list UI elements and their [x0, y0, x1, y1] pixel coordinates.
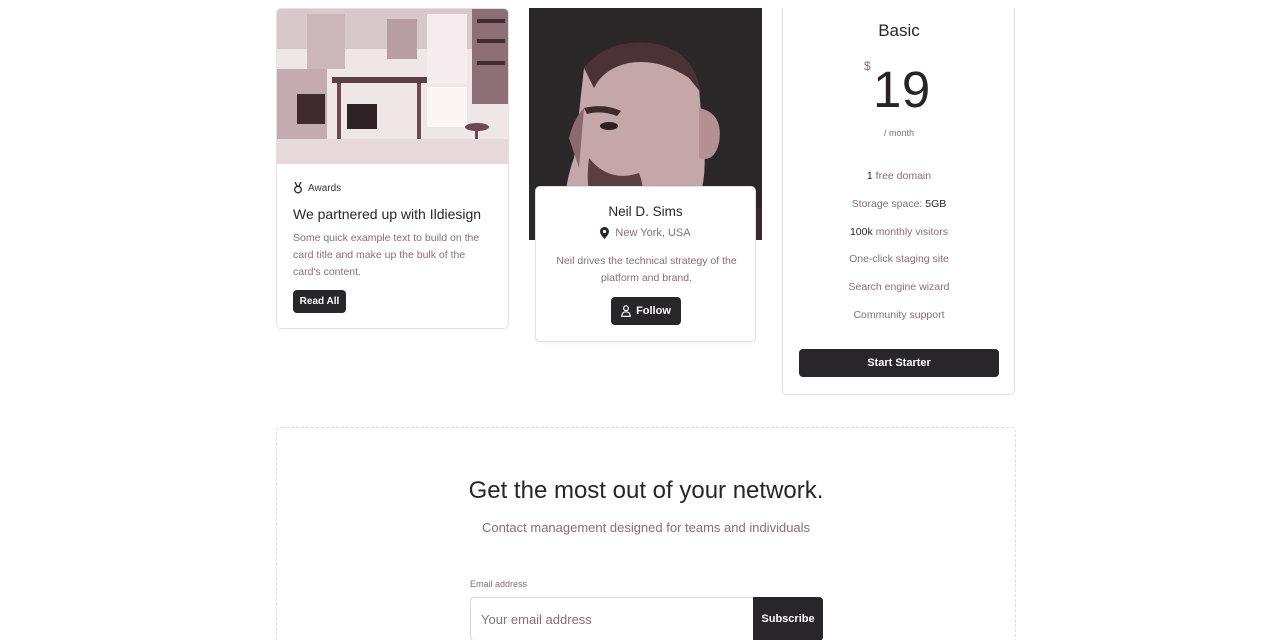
- feature-item: One-click staging site: [849, 253, 949, 266]
- newsletter-title: Get the most out of your network.: [468, 477, 824, 504]
- profile-name: Neil D. Sims: [608, 204, 683, 219]
- map-pin-icon: [600, 227, 610, 239]
- location-label: New York, USA: [615, 227, 691, 239]
- start-starter-button[interactable]: Start Starter: [799, 349, 999, 377]
- currency-symbol: $: [864, 59, 871, 73]
- subscribe-button[interactable]: Subscribe: [753, 597, 823, 640]
- plan-price: 19: [873, 61, 931, 118]
- email-label: Email address: [470, 579, 528, 589]
- profile-location: New York, USA: [536, 227, 755, 239]
- billing-period: / month: [883, 128, 914, 138]
- feature-item: Search engine wizard: [848, 281, 950, 294]
- feature-item: 100k monthly visitors: [849, 225, 949, 238]
- feature-list: 1 free domain Storage space: 5GB 100k mo…: [783, 166, 1014, 333]
- follow-label: Follow: [636, 305, 671, 317]
- feature-item: 1 free domain: [866, 170, 932, 182]
- read-all-button[interactable]: Read All: [293, 290, 346, 313]
- blog-card-image: [277, 9, 508, 164]
- feature-item: Community support: [853, 308, 945, 321]
- user-icon: [621, 305, 631, 317]
- blog-description: Some quick example text to build on the …: [293, 232, 480, 278]
- plan-name: Basic: [878, 21, 920, 40]
- email-input[interactable]: [470, 597, 754, 640]
- award-icon: [294, 182, 302, 194]
- newsletter-subtitle: Contact management designed for teams an…: [481, 520, 811, 535]
- profile-card: Neil D. Sims New York, USA Neil drives t…: [535, 186, 756, 342]
- profile-description: Neil drives the technical strategy of th…: [556, 255, 737, 284]
- newsletter-section: Get the most out of your network. Contac…: [276, 427, 1016, 640]
- feature-item: Storage space: 5GB: [851, 197, 947, 210]
- blog-title: We partnered up with Ildiesign: [293, 206, 482, 222]
- follow-button[interactable]: Follow: [611, 297, 681, 325]
- category-tag: Awards: [293, 182, 341, 194]
- pricing-card: Basic $ 19 / month 1 free domain Storage…: [782, 8, 1015, 395]
- blog-card: Awards We partnered up with Ildiesign So…: [276, 8, 509, 329]
- category-label: Awards: [308, 182, 342, 194]
